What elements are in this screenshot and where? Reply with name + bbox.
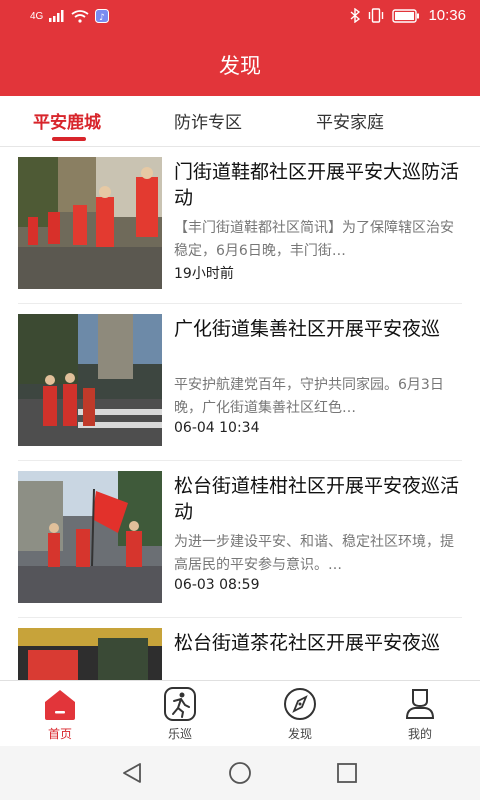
- article-item[interactable]: 门街道鞋都社区开展平安大巡防活动 【丰门街道鞋都社区简讯】为了保障辖区治安稳定，…: [18, 147, 462, 304]
- battery-icon: [392, 8, 420, 23]
- app-notification-icon: ♪: [95, 9, 110, 23]
- article-item[interactable]: 松台街道茶花社区开展平安夜巡: [18, 618, 462, 680]
- article-title[interactable]: 松台街道桂柑社区开展平安夜巡活动: [174, 473, 462, 525]
- nav-home-label: 首页: [47, 727, 72, 741]
- article-thumbnail: [18, 314, 162, 446]
- bluetooth-icon: [350, 8, 361, 23]
- signal-icon: [49, 10, 64, 22]
- svg-text:♪: ♪: [99, 13, 105, 23]
- article-title[interactable]: 广化街道集善社区开展平安夜巡: [174, 316, 462, 342]
- article-summary: 为进一步建设平安、和谐、稳定社区环境，提高居民的平安参与意识。…: [174, 534, 454, 573]
- nav-patrol-label: 乐巡: [167, 727, 192, 741]
- nav-patrol[interactable]: 乐巡: [120, 681, 240, 747]
- nav-discover[interactable]: 发现: [240, 681, 360, 747]
- article-title[interactable]: 门街道鞋都社区开展平安大巡防活动: [174, 159, 462, 211]
- wifi-icon: [71, 9, 89, 23]
- back-icon[interactable]: [120, 761, 144, 785]
- active-tab-indicator: [52, 137, 86, 141]
- article-time: 19小时前: [174, 266, 234, 282]
- article-time: 06-03 08:59: [174, 577, 260, 593]
- article-thumbnail: [18, 157, 162, 289]
- article-time: 06-04 10:34: [174, 420, 260, 436]
- network-type: 4G: [30, 10, 44, 22]
- bottom-navigation: 首页 乐巡 发现 我的: [0, 680, 480, 747]
- nav-discover-label: 发现: [287, 727, 312, 741]
- vibrate-icon: [369, 8, 384, 23]
- article-thumbnail: [18, 471, 162, 603]
- system-navigation-bar: [0, 746, 480, 800]
- tab-pingan-lucheng[interactable]: 平安鹿城: [33, 108, 101, 133]
- article-thumbnail: [18, 628, 162, 680]
- article-summary: 平安护航建党百年，守护共同家园。6月3日晚，广化街道集善社区红色…: [174, 377, 444, 416]
- nav-profile[interactable]: 我的: [360, 681, 480, 747]
- clock: 10:36: [428, 7, 466, 24]
- nav-home[interactable]: 首页: [0, 681, 120, 747]
- home-icon: [45, 690, 75, 720]
- tab-bar: 平安鹿城 防诈专区 平安家庭: [0, 96, 480, 147]
- user-icon: [405, 689, 435, 719]
- article-title[interactable]: 松台街道茶花社区开展平安夜巡: [174, 630, 462, 656]
- article-list[interactable]: 门街道鞋都社区开展平安大巡防活动 【丰门街道鞋都社区简讯】为了保障辖区治安稳定，…: [0, 147, 480, 680]
- status-bar: 4G ♪ 10:36: [0, 0, 480, 36]
- nav-profile-label: 我的: [407, 727, 432, 741]
- page-title: 发现: [0, 36, 480, 96]
- tab-safe-family[interactable]: 平安家庭: [316, 108, 384, 133]
- recents-icon[interactable]: [336, 762, 358, 784]
- tab-anti-fraud[interactable]: 防诈专区: [174, 108, 242, 133]
- article-summary: 【丰门街道鞋都社区简讯】为了保障辖区治安稳定，6月6日晚，丰门街…: [174, 220, 454, 259]
- compass-icon: [284, 688, 316, 720]
- home-button-icon[interactable]: [228, 761, 252, 785]
- article-item[interactable]: 广化街道集善社区开展平安夜巡 平安护航建党百年，守护共同家园。6月3日晚，广化街…: [18, 304, 462, 461]
- run-icon: [164, 687, 196, 721]
- article-item[interactable]: 松台街道桂柑社区开展平安夜巡活动 为进一步建设平安、和谐、稳定社区环境，提高居民…: [18, 461, 462, 618]
